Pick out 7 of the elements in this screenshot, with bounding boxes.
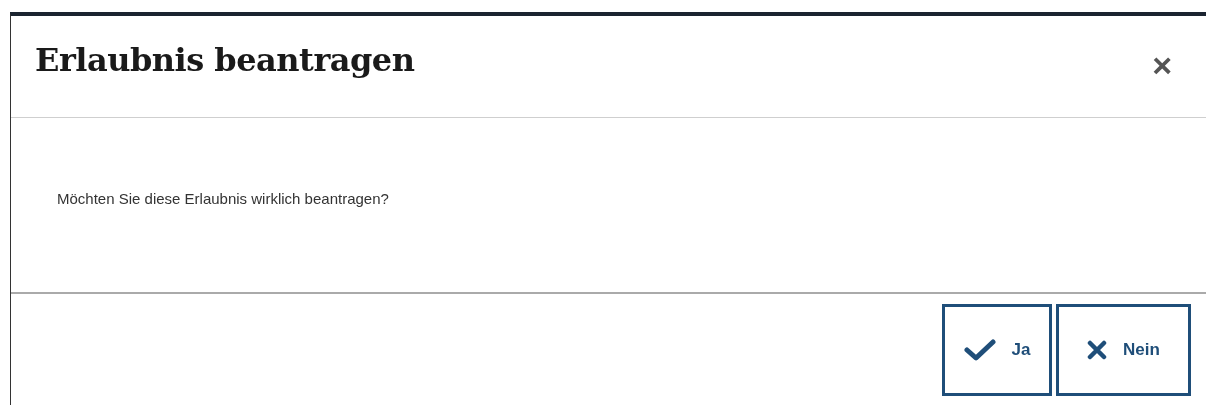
- confirm-button[interactable]: Ja: [942, 304, 1052, 396]
- cancel-button[interactable]: Nein: [1056, 304, 1191, 396]
- close-button[interactable]: ×: [1152, 48, 1172, 82]
- checkmark-icon: [963, 339, 996, 361]
- close-icon: [1087, 340, 1108, 360]
- dialog-title: Erlaubnis beantragen: [35, 40, 415, 81]
- dialog-message: Möchten Sie diese Erlaubnis wirklich beantragen?: [57, 189, 390, 209]
